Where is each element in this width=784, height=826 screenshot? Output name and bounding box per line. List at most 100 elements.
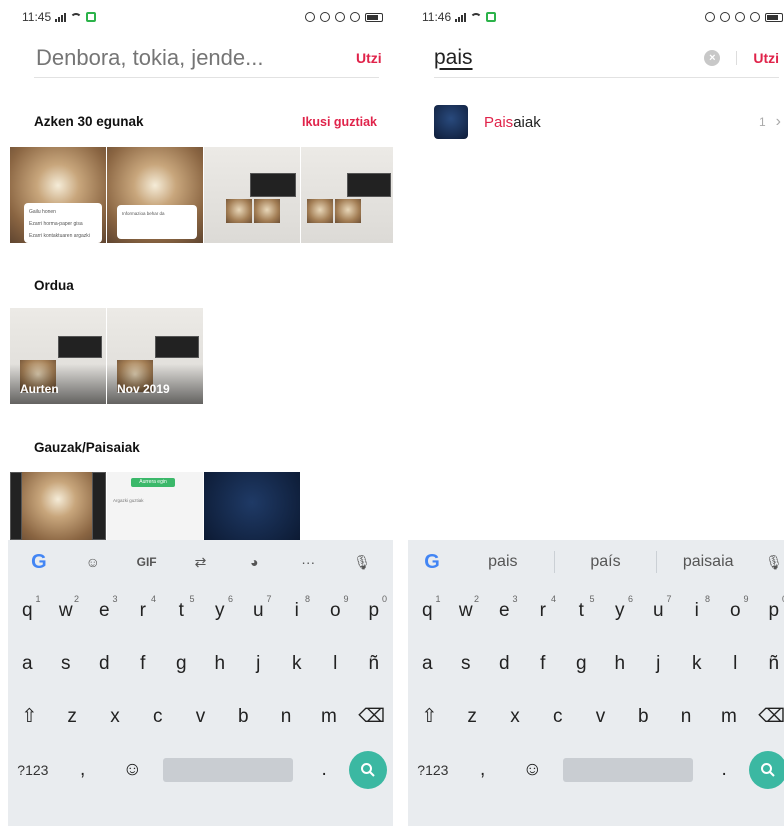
key-e[interactable]: e3 [85,594,124,622]
key-x[interactable]: x [494,706,537,728]
key-j[interactable]: j [239,653,278,675]
suggestion[interactable]: país [555,553,657,571]
emoji-icon[interactable]: ☺ [508,759,558,781]
key-e[interactable]: e3 [485,594,524,622]
key-p[interactable]: p0 [355,594,394,622]
key-l[interactable]: l [316,653,355,675]
key-o[interactable]: o9 [316,594,355,622]
key-x[interactable]: x [94,706,137,728]
key-n[interactable]: n [265,706,308,728]
category-thumbnail-paisaiak[interactable] [204,472,300,540]
category-thumbnail[interactable]: Aurrera egin Argazki guztiak [107,472,203,540]
photo-thumbnail[interactable]: Informazioa behar da [107,147,203,243]
key-a[interactable]: a [8,653,47,675]
key-t[interactable]: t5 [562,594,601,622]
key-n-tilde[interactable]: ñ [355,653,394,675]
key-q[interactable]: q1 [408,594,447,622]
key-o[interactable]: o9 [716,594,755,622]
photo-thumbnail[interactable] [301,147,393,243]
album-thumbnail[interactable]: Aurten [10,308,106,404]
battery-icon [365,12,383,22]
search-input[interactable] [36,44,324,71]
key-g[interactable]: g [562,653,601,675]
key-n[interactable]: n [665,706,708,728]
key-m[interactable]: m [707,706,750,728]
translate-icon[interactable]: ⇄ [174,554,228,571]
backspace-icon[interactable]: ⌫ [350,705,393,728]
key-z[interactable]: z [51,706,94,728]
cancel-button[interactable]: Utzi [356,50,382,66]
search-key[interactable] [349,750,387,789]
key-f[interactable]: f [524,653,563,675]
sticker-icon[interactable]: ☺ [66,554,120,570]
symbols-key[interactable]: ?123 [8,762,58,778]
key-w[interactable]: w2 [47,594,86,622]
emoji-icon[interactable]: ☺ [108,759,158,781]
comma-key[interactable]: , [458,759,508,781]
key-k[interactable]: k [278,653,317,675]
key-r[interactable]: r4 [524,594,563,622]
google-icon[interactable]: G [12,551,66,574]
shift-icon[interactable]: ⇧ [8,705,51,728]
key-y[interactable]: y6 [201,594,240,622]
key-v[interactable]: v [579,706,622,728]
key-l[interactable]: l [716,653,755,675]
key-b[interactable]: b [222,706,265,728]
key-row-2: a s d f g h j k l ñ [408,637,784,690]
key-w[interactable]: w2 [447,594,486,622]
key-u[interactable]: u7 [639,594,678,622]
search-result-item[interactable]: Paisaiak 1 › [434,102,781,142]
key-i[interactable]: i8 [278,594,317,622]
key-r[interactable]: r4 [124,594,163,622]
period-key[interactable]: . [699,759,749,781]
see-all-link[interactable]: Ikusi guztiak [302,115,377,129]
backspace-icon[interactable]: ⌫ [750,705,784,728]
comma-key[interactable]: , [58,759,108,781]
clear-icon[interactable]: × [704,49,721,66]
gif-button[interactable]: GIF [120,555,174,569]
photo-thumbnail[interactable] [204,147,300,243]
period-key[interactable]: . [299,759,349,781]
key-g[interactable]: g [162,653,201,675]
palette-icon[interactable]: ◕ [227,554,281,570]
key-q[interactable]: q1 [8,594,47,622]
key-i[interactable]: i8 [678,594,717,622]
key-u[interactable]: u7 [239,594,278,622]
key-s[interactable]: s [47,653,86,675]
search-key[interactable] [749,750,784,789]
key-k[interactable]: k [678,653,717,675]
key-t[interactable]: t5 [162,594,201,622]
suggestion[interactable]: paisaia [657,553,759,571]
key-m[interactable]: m [307,706,350,728]
shift-icon[interactable]: ⇧ [408,705,451,728]
key-f[interactable]: f [124,653,163,675]
category-thumbnail[interactable] [10,472,106,540]
mic-icon[interactable]: 🎙 [335,554,389,571]
key-d[interactable]: d [485,653,524,675]
suggestion[interactable]: pais [452,553,554,571]
key-z[interactable]: z [451,706,494,728]
key-c[interactable]: c [136,706,179,728]
space-bar[interactable] [163,757,294,782]
key-y[interactable]: y6 [601,594,640,622]
key-n-tilde[interactable]: ñ [755,653,784,675]
key-h[interactable]: h [601,653,640,675]
key-c[interactable]: c [536,706,579,728]
more-icon[interactable]: ··· [281,554,335,570]
key-a[interactable]: a [408,653,447,675]
space-bar[interactable] [563,757,694,782]
photo-thumbnail[interactable]: Gailu honen Ezarri horma-paper gisa Ezar… [10,147,106,243]
key-j[interactable]: j [639,653,678,675]
symbols-key[interactable]: ?123 [408,762,458,778]
key-b[interactable]: b [622,706,665,728]
key-h[interactable]: h [201,653,240,675]
key-v[interactable]: v [179,706,222,728]
cancel-button[interactable]: Utzi [753,50,779,66]
key-d[interactable]: d [85,653,124,675]
key-s[interactable]: s [447,653,486,675]
album-thumbnail[interactable]: Nov 2019 [107,308,203,404]
google-icon[interactable]: G [412,551,452,574]
mic-icon[interactable]: 🎙 [759,554,784,571]
key-p[interactable]: p0 [755,594,784,622]
search-input[interactable]: pais [434,46,704,70]
